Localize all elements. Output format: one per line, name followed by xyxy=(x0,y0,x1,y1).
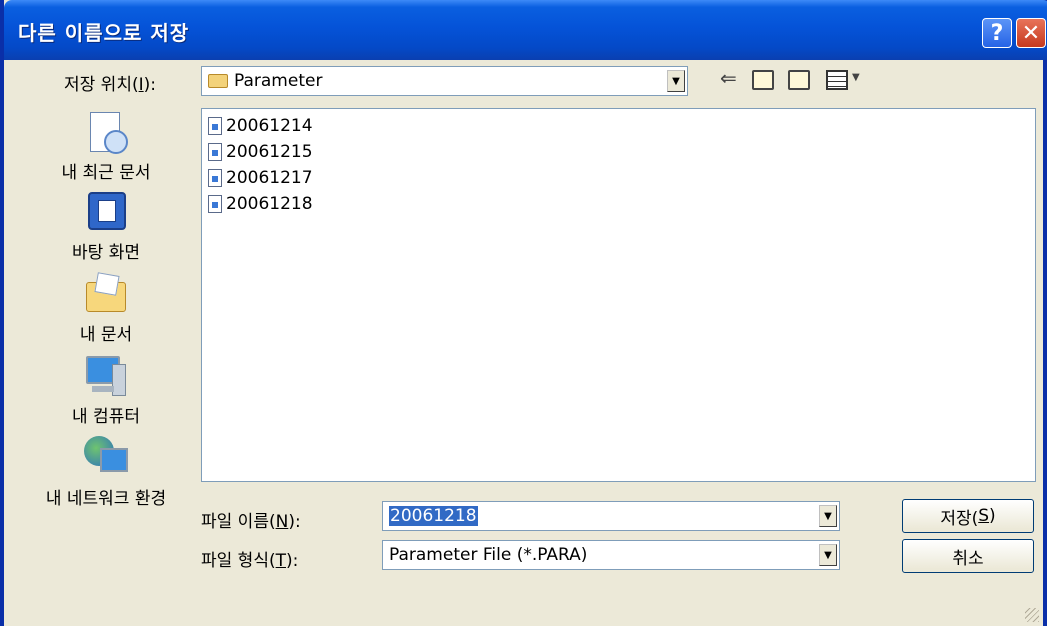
filename-field[interactable]: 20061218 ▼ xyxy=(382,501,840,531)
file-icon xyxy=(208,195,222,213)
list-item[interactable]: 20061217 xyxy=(208,165,313,191)
filename-label: 파일 이름(N): xyxy=(201,512,301,532)
resize-grip[interactable] xyxy=(1025,608,1039,622)
new-folder-icon[interactable] xyxy=(788,70,810,90)
file-icon xyxy=(208,169,222,187)
save-button[interactable]: 저장(S) xyxy=(902,499,1034,533)
list-item[interactable]: 20061218 xyxy=(208,191,313,217)
place-label: 내 최근 문서 xyxy=(61,163,151,183)
close-button[interactable]: ✕ xyxy=(1016,18,1046,48)
my-computer-icon xyxy=(82,352,130,400)
filetype-select[interactable]: Parameter File (*.PARA) ▼ xyxy=(382,540,840,570)
views-dropdown-icon[interactable]: ▼ xyxy=(852,72,860,83)
chevron-down-icon[interactable]: ▼ xyxy=(819,505,837,527)
place-label: 바탕 화면 xyxy=(72,243,140,263)
place-label: 내 컴퓨터 xyxy=(72,407,140,427)
close-icon: ✕ xyxy=(1021,20,1041,46)
back-arrow-icon[interactable]: ⇐ xyxy=(720,66,737,90)
help-icon: ? xyxy=(990,20,1004,46)
filetype-label: 파일 형식(T): xyxy=(201,551,299,571)
network-icon xyxy=(82,434,130,482)
my-documents-icon xyxy=(82,270,130,318)
save-as-dialog: 다른 이름으로 저장 ? ✕ 저장 위치(I): Parameter ▼ ⇐ ▼… xyxy=(0,0,1047,626)
list-item[interactable]: 20061215 xyxy=(208,139,313,165)
place-recent-documents[interactable]: 내 최근 문서 xyxy=(18,108,194,183)
help-button[interactable]: ? xyxy=(982,18,1012,48)
list-item[interactable]: 20061214 xyxy=(208,113,313,139)
views-menu-icon[interactable] xyxy=(826,70,848,90)
save-in-label: 저장 위치(I): xyxy=(64,75,156,95)
dialog-title: 다른 이름으로 저장 xyxy=(18,21,190,45)
cancel-button[interactable]: 취소 xyxy=(902,539,1034,573)
save-in-combo[interactable]: Parameter ▼ xyxy=(201,66,688,96)
chevron-down-icon[interactable]: ▼ xyxy=(667,70,685,92)
folder-icon xyxy=(208,74,228,88)
file-icon xyxy=(208,143,222,161)
save-in-value: Parameter xyxy=(234,71,323,91)
place-label: 내 네트워크 환경 xyxy=(45,489,167,509)
filetype-value: Parameter File (*.PARA) xyxy=(389,545,588,565)
chevron-down-icon[interactable]: ▼ xyxy=(819,544,837,566)
file-list[interactable]: 20061214 20061215 20061217 20061218 xyxy=(201,108,1036,482)
place-my-computer[interactable]: 내 컴퓨터 xyxy=(18,352,194,427)
file-icon xyxy=(208,117,222,135)
place-network[interactable]: 내 네트워크 환경 xyxy=(18,434,194,509)
desktop-icon xyxy=(82,188,130,236)
title-bar[interactable]: 다른 이름으로 저장 ? ✕ xyxy=(4,0,1047,60)
recent-documents-icon xyxy=(82,108,130,156)
place-label: 내 문서 xyxy=(79,325,133,345)
up-folder-icon[interactable] xyxy=(752,70,774,90)
place-desktop[interactable]: 바탕 화면 xyxy=(18,188,194,263)
place-my-documents[interactable]: 내 문서 xyxy=(18,270,194,345)
filename-value: 20061218 xyxy=(389,506,478,526)
